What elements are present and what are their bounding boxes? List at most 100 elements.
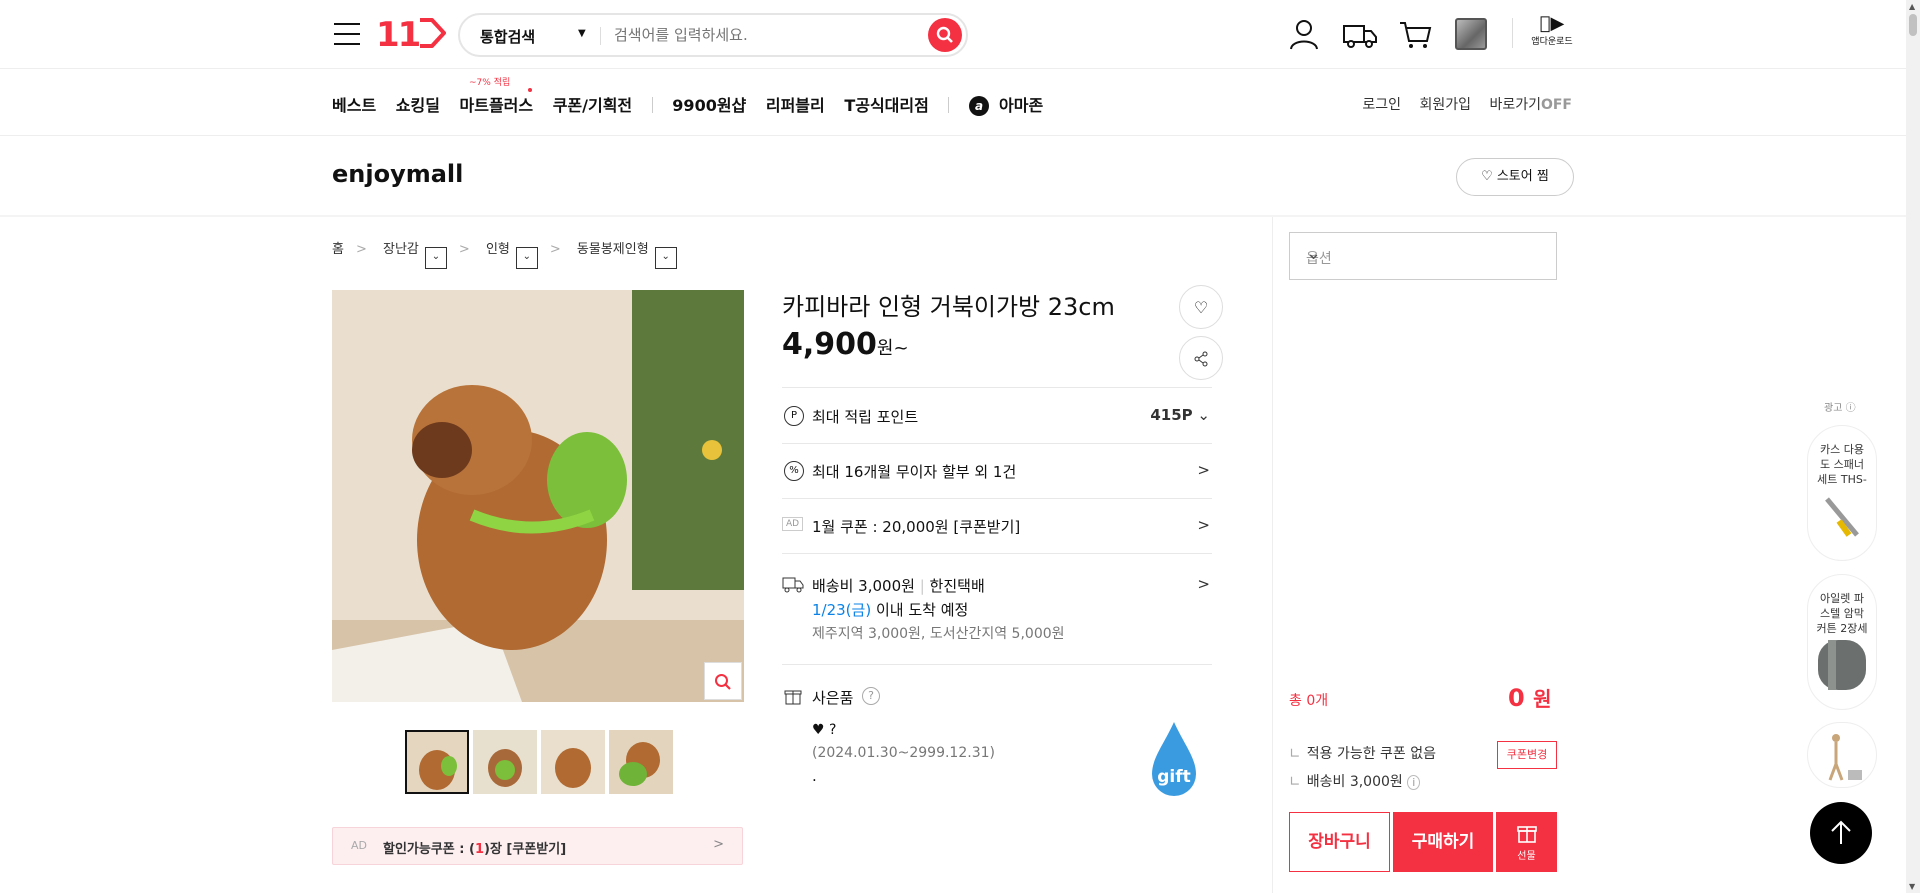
nav-shocking-deal[interactable]: 쇼킹딜	[396, 96, 440, 115]
price-suffix: 원~	[876, 338, 909, 359]
total-count: 총 0개	[1289, 693, 1329, 709]
product-title: 카피바라 인형 거북이가방 23cm	[782, 293, 1115, 321]
breadcrumb-dolls[interactable]: 인형	[486, 242, 510, 257]
user-icon[interactable]	[1286, 16, 1322, 52]
shipping-line: ∟ 배송비 3,000원 i	[1289, 771, 1421, 791]
add-to-cart-button[interactable]: 장바구니	[1289, 812, 1390, 872]
store-name[interactable]: enjoymall	[332, 160, 463, 188]
svg-text:11: 11	[376, 16, 420, 50]
installment-row[interactable]: % 최대 16개월 무이자 할부 외 1건 >	[782, 443, 1212, 498]
divider	[1272, 217, 1273, 893]
menu-icon[interactable]	[334, 23, 360, 45]
scrollbar[interactable]: ▲ ▼	[1906, 0, 1920, 893]
zoom-button[interactable]	[704, 662, 742, 700]
thumbnail-1[interactable]	[405, 730, 469, 794]
option-select[interactable]: 옵션 ⌄	[1289, 232, 1557, 280]
arrow-up-icon	[1831, 820, 1851, 844]
nav-9900[interactable]: 9900원샵	[672, 96, 746, 115]
breadcrumb-toys[interactable]: 장난감	[383, 242, 419, 257]
total-price-value: 0	[1508, 684, 1525, 712]
monthly-coupon-label: 1월 쿠폰 : 20,000원 [쿠폰받기]	[812, 518, 1021, 536]
wishlist-button[interactable]: ♡	[1179, 285, 1223, 329]
nav-t-official[interactable]: T공식대리점	[844, 96, 929, 115]
breadcrumb-plush[interactable]: 동물봉제인형	[577, 242, 649, 257]
scroll-to-top-button[interactable]	[1810, 802, 1872, 864]
percent-icon: %	[784, 461, 804, 481]
shipping-row[interactable]: 배송비 3,000원 | 한진택배 > 1/23(금) 이내 도착 예정 제주지…	[782, 553, 1212, 664]
nav-coupon[interactable]: 쿠폰/기획전	[553, 96, 632, 115]
coupon-bar-text: 할인가능쿠폰 : (1)장 [쿠폰받기]	[383, 838, 566, 857]
shortcut-label: 바로가기	[1489, 97, 1541, 113]
ad-badge: AD	[782, 517, 804, 531]
divider	[948, 97, 950, 113]
app-download[interactable]: ▶ 앱다운로드	[1530, 14, 1574, 48]
logo-mark: 11	[376, 15, 446, 55]
login-link[interactable]: 로그인	[1362, 97, 1401, 113]
courier-name: 한진택배	[929, 577, 985, 595]
nav-amazon[interactable]: 아마존	[999, 96, 1043, 115]
ad-card-3[interactable]	[1807, 722, 1877, 788]
nav-refurbly[interactable]: 리퍼블리	[766, 96, 825, 115]
shipping-fee: 배송비 3,000원	[812, 577, 915, 595]
search-category[interactable]: 통합검색	[480, 26, 535, 47]
ad-card-1[interactable]: 카스 다용도 스패너 세트 THS-	[1807, 425, 1877, 561]
points-row[interactable]: P 최대 적립 포인트 415P ⌄	[782, 387, 1212, 443]
help-icon[interactable]: ?	[862, 687, 880, 705]
nav-mart-plus[interactable]: 마트플러스	[460, 96, 534, 115]
gift-button[interactable]: 선물	[1496, 812, 1557, 872]
cart-icon[interactable]	[1398, 16, 1434, 52]
signup-link[interactable]: 회원가입	[1419, 97, 1471, 113]
chevron-down-icon[interactable]: ⌄	[515, 247, 538, 269]
recent-item-thumbnail[interactable]	[1455, 18, 1487, 50]
discount-coupon-bar[interactable]: AD 할인가능쿠폰 : (1)장 [쿠폰받기] >	[332, 827, 743, 865]
divider	[0, 215, 1920, 217]
search-input[interactable]	[614, 23, 914, 47]
gift-period: (2024.01.30~2999.12.31)	[812, 745, 995, 761]
search-button[interactable]	[928, 18, 962, 52]
total-price: 0 원	[1508, 683, 1551, 712]
installment-label: 최대 16개월 무이자 할부 외 1건	[812, 463, 1017, 481]
thumbnail-2[interactable]	[473, 730, 537, 794]
product-image[interactable]	[332, 290, 744, 702]
info-icon[interactable]: i	[1407, 775, 1421, 790]
chevron-down-icon[interactable]: ⌄	[654, 247, 677, 269]
buy-now-button[interactable]: 구매하기	[1393, 812, 1493, 872]
ad-card-title: 아일렛 파스텔 암막 커튼 2장세	[1816, 592, 1868, 635]
chevron-down-icon[interactable]: ▼	[578, 28, 586, 39]
store-follow-label: 스토어 찜	[1496, 169, 1549, 184]
coupon-bar-prefix: 할인가능쿠폰 : (	[383, 842, 475, 857]
scrollbar-thumb[interactable]	[1909, 14, 1917, 36]
delivery-truck-icon[interactable]	[1342, 16, 1378, 52]
site-logo[interactable]: 11	[376, 15, 448, 59]
search-icon	[936, 26, 953, 43]
share-icon	[1194, 351, 1208, 367]
heart-icon: ♡	[1193, 298, 1209, 317]
ad-card-2[interactable]: 아일렛 파스텔 암막 커튼 2장세	[1807, 574, 1877, 710]
thumbnail-4[interactable]	[609, 730, 673, 794]
search-bar: 통합검색 ▼	[458, 13, 968, 57]
chevron-down-icon[interactable]: ⌄	[424, 247, 447, 269]
nav-best[interactable]: 베스트	[332, 96, 376, 115]
divider	[1512, 18, 1513, 48]
coupon-change-button[interactable]: 쿠폰변경	[1497, 741, 1557, 769]
shortcut-state: OFF	[1540, 97, 1572, 113]
monthly-coupon-row[interactable]: AD 1월 쿠폰 : 20,000원 [쿠폰받기] >	[782, 498, 1212, 553]
share-button[interactable]	[1179, 336, 1223, 380]
store-follow-button[interactable]: ♡ 스토어 찜	[1456, 158, 1574, 196]
chevron-right-icon: >	[713, 837, 724, 852]
ad-product-image	[1818, 640, 1866, 690]
thumbnail-3[interactable]	[541, 730, 605, 794]
coupon-bar-suffix: )장 [쿠폰받기]	[484, 842, 567, 857]
scroll-down-icon[interactable]: ▼	[1909, 882, 1915, 891]
scroll-up-icon[interactable]: ▲	[1909, 2, 1915, 11]
gift-row: 사은품 ? ♥ ? (2024.01.30~2999.12.31) .	[782, 664, 1212, 794]
points-value: 415P ⌄	[1150, 406, 1210, 424]
breadcrumb-home[interactable]: 홈	[332, 242, 344, 257]
points-label: 최대 적립 포인트	[812, 408, 919, 426]
coupon-line: ∟ 적용 가능한 쿠폰 없음	[1289, 746, 1437, 762]
info-icon: ⓘ	[1845, 403, 1856, 414]
breadcrumb: 홈 > 장난감 ⌄ > 인형 ⌄ > 동물봉제인형 ⌄	[332, 238, 677, 269]
ship-date: 1/23(금)	[812, 601, 872, 619]
ad-card-title: 카스 다용도 스패너 세트 THS-	[1817, 443, 1867, 486]
shortcut-toggle[interactable]: 바로가기OFF	[1489, 97, 1572, 113]
